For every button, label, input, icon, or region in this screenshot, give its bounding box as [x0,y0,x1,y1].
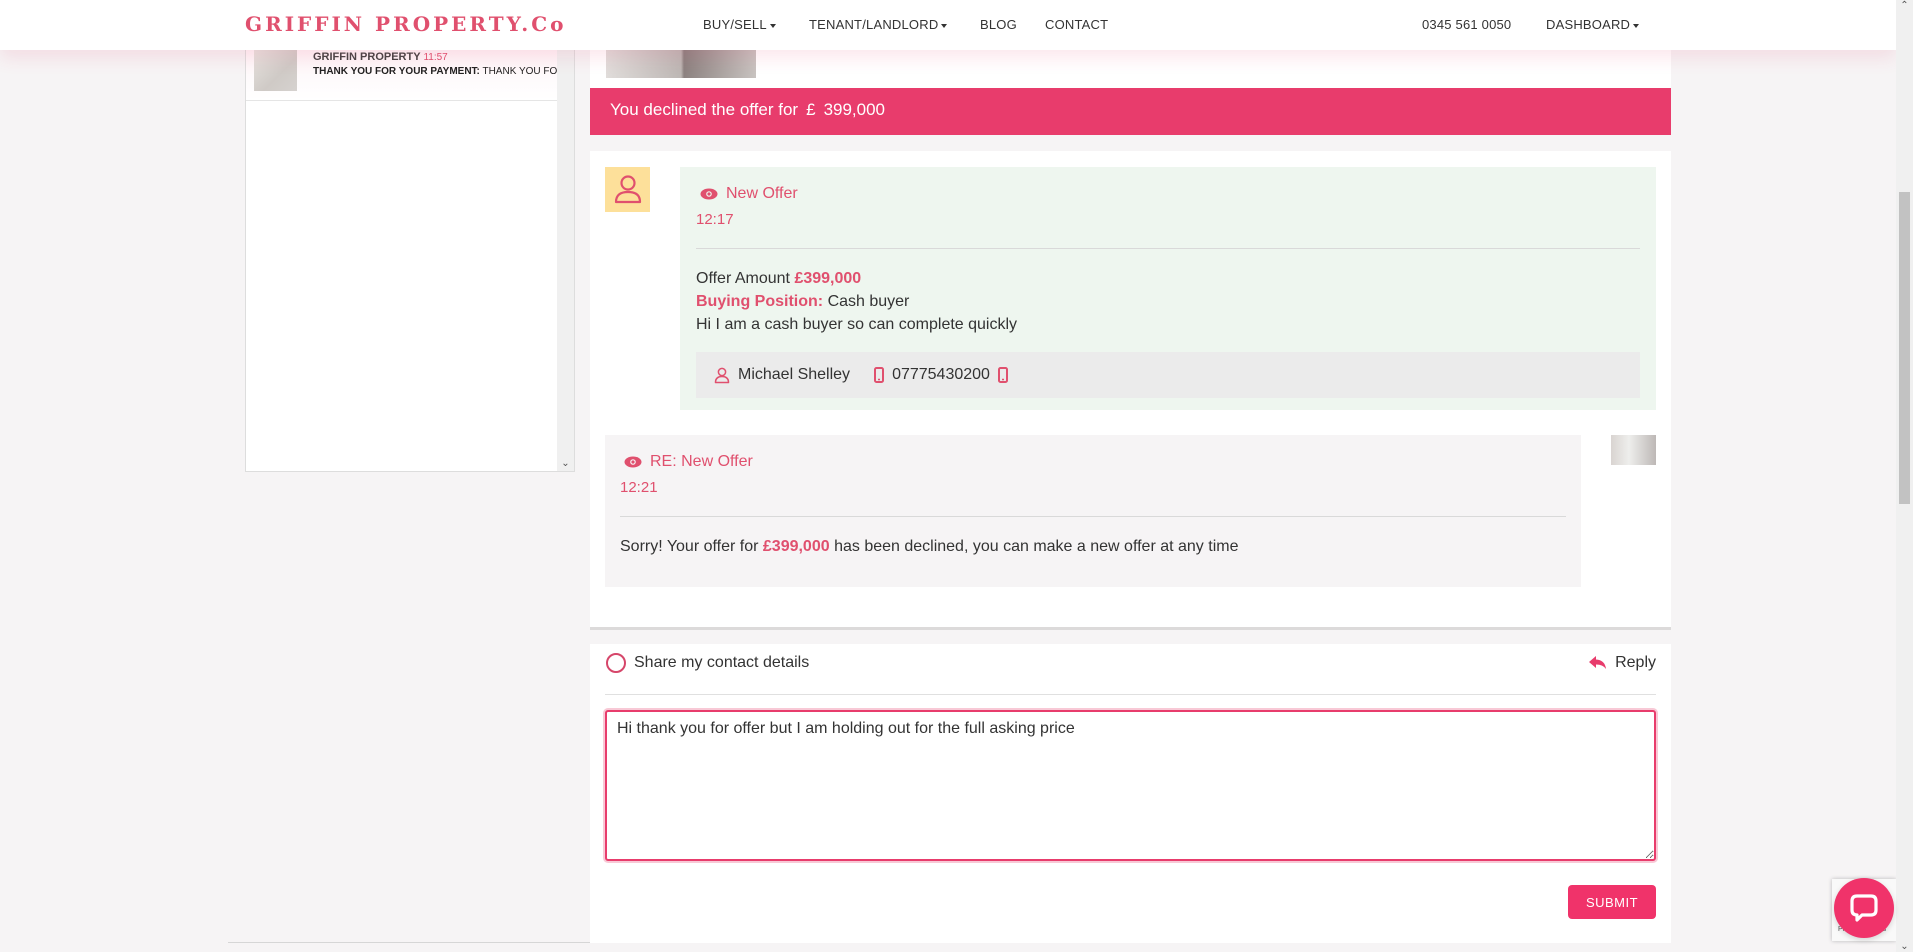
scrollbar-thumb[interactable] [1899,192,1910,504]
left-bottom-divider [228,942,591,943]
offer-amount-label: Offer Amount [696,270,790,287]
conversation-sender-name: GRIFFIN PROPERTY [313,51,421,63]
reply-body-amount: £399,000 [762,538,830,555]
nav-tenant-landlord-label: TENANT/LANDLORD [809,17,939,32]
message-divider [696,248,1640,249]
eye-icon [700,188,718,200]
nav-buy-sell-label: BUY/SELL [703,17,767,32]
spacer [590,630,1671,644]
message-divider [620,516,1566,517]
buyer-name: Michael Shelley [738,366,851,383]
sender-thumbnail [1611,435,1656,465]
nav-dashboard-label: DASHBOARD [1546,17,1631,32]
offer-amount-value: £399,000 [794,270,862,287]
site-header: GRIFFIN PROPERTY.Co BUY/SELL TENANT/LAND… [0,0,1896,50]
share-contact-toggle[interactable]: Share my contact details [606,653,809,673]
caret-down-icon [941,23,948,28]
compose-divider [605,694,1656,695]
conversation-preview-text: THANK YOU FOR YOUR PAYMENT [482,66,558,77]
reply-arrow-icon [1589,656,1607,669]
nav-blog-label: BLOG [980,17,1017,32]
message-thread-panel: You declined the offer for £399,000 New O… [590,0,1671,943]
conversation-sender: GRIFFIN PROPERTY 11:57 [313,51,448,63]
buyer-phone[interactable]: 07775430200 [892,366,990,384]
conversation-preview: THANK YOU FOR YOUR PAYMENT: THANK YOU FO… [313,66,558,77]
message-time: 12:21 [620,479,658,496]
buyer-contact-bar: Michael Shelley 07775430200 [696,352,1640,398]
conversation-thumbnail [254,49,297,91]
message-title: RE: New Offer [624,453,1566,471]
message-title-text: New Offer [726,185,798,202]
nav-blog[interactable]: BLOG [980,17,1017,32]
conversation-subject: THANK YOU FOR YOUR PAYMENT: [313,66,480,77]
conversation-item[interactable]: GRIFFIN PROPERTY 11:57 THANK YOU FOR YOU… [246,41,558,101]
site-logo[interactable]: GRIFFIN PROPERTY.Co [245,12,567,36]
message-time: 12:17 [696,211,734,228]
nav-contact-label: CONTACT [1045,17,1109,32]
buying-position-line: Buying Position: Cash buyer [696,290,1640,313]
conversation-time: 11:57 [423,52,448,63]
reply-button[interactable]: Reply [1589,654,1656,672]
offer-message-card: New Offer 12:17 Offer Amount £399,000 Bu… [680,167,1656,410]
reply-message-input[interactable] [605,710,1656,861]
nav-contact[interactable]: CONTACT [1045,17,1108,32]
reply-body-suffix: has been declined, you can make a new of… [829,538,1239,555]
reply-message-card: RE: New Offer 12:21 Sorry! Your offer fo… [605,435,1581,587]
caret-down-icon [769,23,776,28]
person-icon [714,367,730,383]
scroll-down-icon[interactable]: ⌄ [557,458,574,469]
message-title-text: RE: New Offer [650,453,753,470]
scroll-down-icon[interactable]: ⌄ [1896,941,1913,952]
banner-currency: £ [806,100,816,119]
reply-compose: Share my contact details Reply SUBMIT [590,644,1671,943]
submit-button[interactable]: SUBMIT [1568,885,1656,919]
conversation-list: GRIFFIN PROPERTY 11:57 THANK YOU FOR YOU… [245,30,575,472]
reply-label: Reply [1615,654,1656,671]
conversation-list-scrollbar[interactable]: ⌄ [557,31,574,471]
page-scrollbar[interactable]: ⌃ ⌄ [1896,0,1913,952]
reply-body-prefix: Sorry! Your offer for [620,538,763,555]
user-avatar [605,167,650,212]
header-phone[interactable]: 0345 561 0050 [1422,17,1511,32]
banner-text: You declined the offer for [610,100,799,119]
caret-down-icon [1633,23,1640,28]
spacer [590,135,1671,151]
buying-position-value: Cash buyer [827,293,910,310]
nav-buy-sell[interactable]: BUY/SELL [703,17,776,32]
share-contact-label: Share my contact details [634,654,810,671]
user-icon [614,174,641,203]
live-chat-button[interactable] [1834,878,1894,938]
offer-details: Offer Amount £399,000 Buying Position: C… [696,267,1640,336]
eye-icon [624,456,642,468]
chat-bubble-icon [1850,894,1878,922]
offer-amount-line: Offer Amount £399,000 [696,267,1640,290]
mobile-phone-icon [997,367,1008,383]
share-contact-radio[interactable] [606,653,626,673]
nav-tenant-landlord[interactable]: TENANT/LANDLORD [809,17,948,32]
banner-amount: 399,000 [823,100,886,119]
mobile-phone-icon [874,367,885,383]
nav-dashboard[interactable]: DASHBOARD [1546,17,1640,32]
buying-position-label: Buying Position: [696,293,824,310]
reply-body: Sorry! Your offer for £399,000 has been … [620,535,1566,558]
scroll-up-icon[interactable]: ⌃ [1896,0,1913,11]
message-title: New Offer [700,185,1640,203]
declined-offer-banner: You declined the offer for £399,000 [590,88,1671,135]
offer-note: Hi I am a cash buyer so can complete qui… [696,316,1018,333]
